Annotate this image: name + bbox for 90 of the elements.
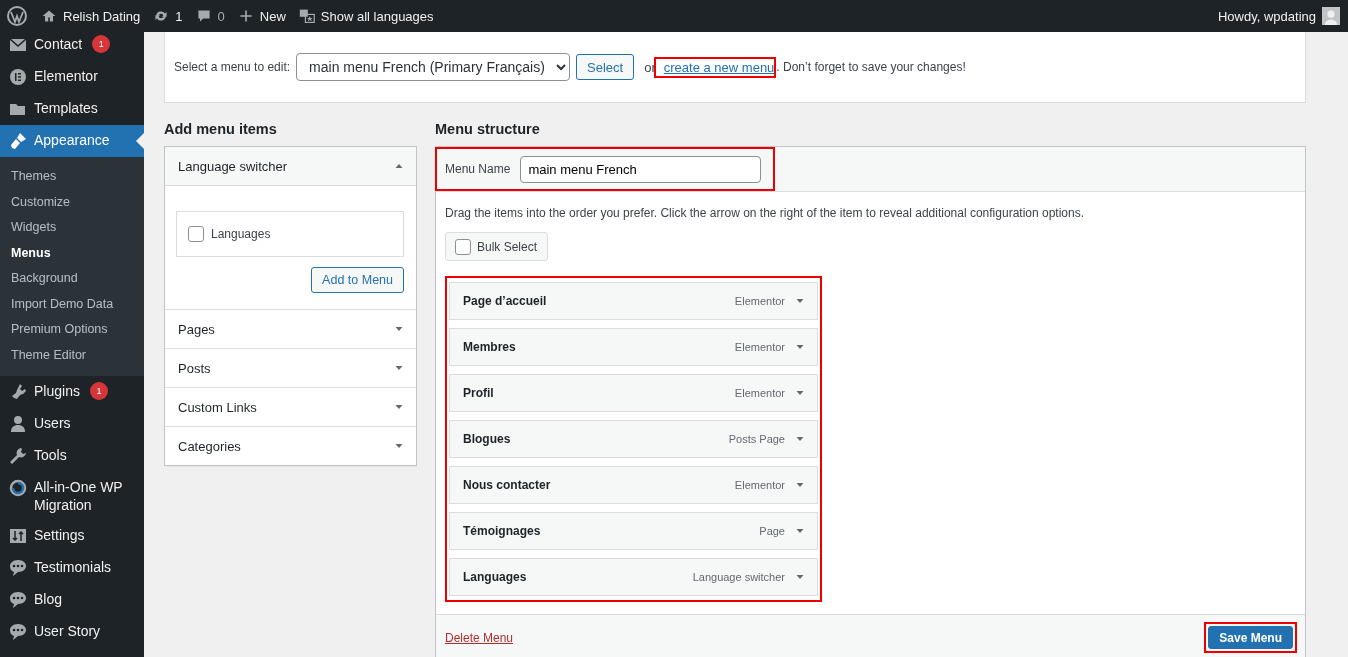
current-page-pointer — [136, 133, 144, 149]
new-content-link[interactable]: New — [259, 8, 286, 24]
menu-item-title: Profil — [463, 386, 495, 400]
user-greeting-link[interactable]: Howdy, wpdating — [1217, 8, 1316, 24]
menu-item-title: Témoignages — [463, 524, 542, 538]
wrench-icon — [8, 446, 28, 466]
sliders-icon — [8, 526, 28, 546]
create-menu-link[interactable]: create a new menu — [663, 59, 775, 75]
menu-item-title: Nous contacter — [463, 478, 552, 492]
sidebar-item[interactable]: User Story — [34, 622, 101, 640]
accordion-section-title: Posts — [178, 360, 211, 376]
wordpress-logo-icon[interactable] — [7, 6, 27, 26]
refresh-icon[interactable] — [153, 8, 170, 24]
comments-count[interactable]: 0 — [217, 8, 225, 24]
sidebar-item[interactable]: Elementor — [34, 67, 98, 85]
comment-icon[interactable] — [195, 8, 212, 24]
menu-structure-heading: Menu structure — [435, 121, 541, 137]
submenu-item[interactable]: Widgets — [0, 215, 144, 241]
menu-item-bar[interactable]: Profil Elementor — [449, 374, 818, 412]
menu-item-type: Posts Page — [728, 433, 785, 445]
translate-icon[interactable] — [298, 8, 315, 24]
sidebar-item[interactable]: Templates — [34, 99, 98, 117]
menu-item-title: Blogues — [463, 432, 512, 446]
submenu-item[interactable]: Import Demo Data — [0, 291, 144, 317]
menu-item-bar[interactable]: Membres Elementor — [449, 328, 818, 366]
updates-count[interactable]: 1 — [175, 8, 183, 24]
accordion-section-header[interactable]: Posts — [165, 349, 416, 387]
menu-name-label: Menu Name — [445, 162, 511, 176]
paintbrush-icon — [8, 131, 28, 151]
submenu-item[interactable]: Premium Options — [0, 317, 144, 343]
sidebar-item[interactable]: Plugins — [34, 382, 80, 400]
menu-item-title: Languages — [463, 570, 528, 584]
site-name-link[interactable]: Relish Dating — [63, 8, 141, 24]
menu-item-title: Page d’accueil — [463, 294, 548, 308]
accordion-section-header[interactable]: Custom Links — [165, 388, 416, 426]
submenu-item[interactable]: Background — [0, 266, 144, 292]
circular-arrow-icon — [8, 478, 28, 498]
sidebar-item[interactable]: Testimonials — [34, 558, 112, 576]
speech-bubble-icon — [8, 622, 28, 642]
menu-item-type: Elementor — [734, 341, 785, 353]
menu-item-bar[interactable]: Blogues Posts Page — [449, 420, 818, 458]
menu-item-type: Elementor — [734, 479, 785, 491]
user-icon — [8, 414, 28, 434]
menu-dropdown[interactable]: main menu French (Primary Français) — [296, 53, 571, 81]
menu-name-field[interactable]: main menu French — [520, 155, 762, 183]
plus-icon[interactable] — [237, 8, 254, 24]
accordion-section-header[interactable]: Language switcher — [165, 147, 416, 186]
menu-item-bar[interactable]: Témoignages Page — [449, 512, 818, 550]
select-button[interactable]: Select — [576, 54, 635, 80]
submenu-item[interactable]: Themes — [0, 164, 144, 190]
accordion-section-title: Categories — [178, 438, 241, 454]
accordion-section-title: Language switcher — [178, 158, 288, 174]
add-items-heading: Add menu items — [164, 121, 278, 137]
menu-item-type: Language switcher — [692, 571, 785, 583]
menu-item-title: Membres — [463, 340, 517, 354]
notification-badge: 1 — [89, 382, 108, 400]
submenu-item[interactable]: Customize — [0, 189, 144, 215]
accordion-section-title: Pages — [178, 321, 215, 337]
menu-item-bar[interactable]: Languages Language switcher — [449, 558, 818, 596]
languages-filter-link[interactable]: Show all languages — [320, 8, 434, 24]
select-menu-label: Select a menu to edit: — [174, 60, 291, 74]
speech-bubble-icon — [8, 558, 28, 578]
accordion-section-header[interactable]: Pages — [165, 310, 416, 348]
add-to-menu-button[interactable]: Add to Menu — [311, 267, 404, 293]
speech-bubble-icon — [8, 590, 28, 610]
delete-menu-link[interactable]: Delete Menu — [445, 630, 514, 645]
menu-item-type: Elementor — [734, 387, 785, 399]
home-icon[interactable] — [41, 8, 57, 24]
save-menu-button[interactable]: Save Menu — [1208, 626, 1293, 649]
sidebar-item[interactable]: Tools — [34, 446, 67, 464]
notification-badge: 1 — [92, 35, 111, 53]
instructions-text: Drag the items into the order you prefer. Click the arrow on the right of the item to reveal additional configuration options. — [445, 206, 1085, 220]
save-reminder-text: . Don’t forget to save your changes! — [776, 60, 966, 74]
menu-item-bar[interactable]: Nous contacter Elementor — [449, 466, 818, 504]
menu-item-type: Page — [759, 525, 785, 537]
sidebar-item[interactable]: Users — [34, 414, 71, 432]
submenu-item[interactable]: Menus — [0, 240, 144, 266]
menu-item-bar[interactable]: Page d’accueil Elementor — [449, 282, 818, 320]
checkbox[interactable] — [188, 226, 204, 242]
sidebar-item[interactable]: All-in-One WP Migration — [34, 478, 134, 514]
bulk-select-button[interactable]: Bulk Select — [445, 232, 549, 261]
menu-item-type: Elementor — [734, 295, 785, 307]
sidebar-item[interactable]: Blog — [34, 590, 63, 608]
submenu-item[interactable]: Theme Editor — [0, 342, 144, 368]
accordion-section-title: Custom Links — [178, 399, 257, 415]
checkbox-label: Languages — [211, 227, 271, 241]
elementor-icon — [8, 67, 28, 87]
accordion-section-header[interactable]: Categories — [165, 427, 416, 465]
sidebar-item[interactable]: Settings — [34, 526, 85, 544]
sidebar-item[interactable]: Contact — [34, 35, 83, 53]
